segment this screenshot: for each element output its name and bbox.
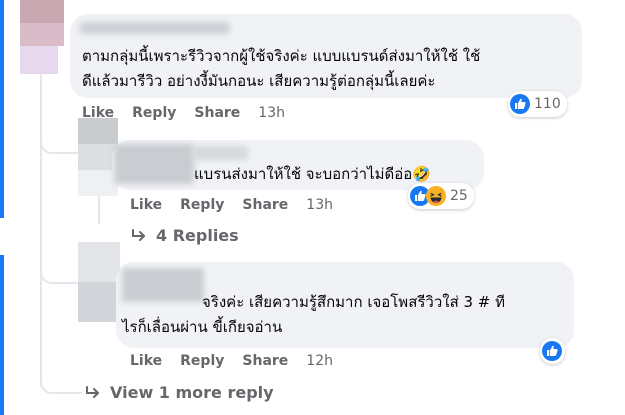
view-more-replies-label[interactable]: View 1 more reply — [110, 383, 274, 402]
reply-bubble: จริงค่ะ เสียความรู้สึกมาก เจอโพสรีวิวใส่… — [116, 262, 574, 348]
like-icon — [542, 341, 562, 361]
reply-button[interactable]: Reply — [132, 105, 176, 121]
view-more-replies-link[interactable]: View 1 more reply — [84, 383, 274, 402]
reply-button[interactable]: Reply — [180, 197, 224, 213]
timestamp[interactable]: 13h — [258, 105, 285, 121]
share-button[interactable]: Share — [242, 197, 288, 213]
author-name-blurred[interactable] — [80, 22, 230, 34]
avatar[interactable] — [78, 242, 120, 322]
thread-connector-view-more — [40, 372, 82, 394]
comment-bubble: ตามกลุ่มนี้เพราะรีวิวจากผู้ใช้จริงค่ะ แบ… — [70, 14, 582, 98]
comment-text-line-1: ตามกลุ่มนี้เพราะรีวิวจากผู้ใช้จริงค่ะ แบ… — [82, 47, 481, 65]
author-name-blurred[interactable] — [122, 268, 204, 302]
avatar[interactable] — [20, 0, 64, 46]
reply-actions: Like Reply Share 13h — [130, 197, 333, 213]
reply-text: แบรนส่งมาให้ใช้ จะบอกว่าไม่ดีอ่อ🤣 — [194, 165, 431, 183]
reaction-summary[interactable] — [540, 338, 565, 364]
comment-text-line-2: ดีแล้วมารีวิว อย่างงี้มันกอนะ เสียความรู… — [82, 72, 436, 90]
thread-connector-reply-1 — [40, 136, 78, 154]
reaction-count: 110 — [534, 96, 561, 112]
thread-connector-reply-2 — [40, 264, 78, 284]
reply-button[interactable]: Reply — [180, 353, 224, 369]
thread-line-main — [40, 60, 42, 386]
reaction-summary[interactable]: 25 — [408, 183, 474, 209]
reply-arrow-icon — [86, 385, 99, 398]
reply-text-line-2: ไรก็เลื่อนผ่าน ขี้เกียจอ่าน — [122, 318, 283, 336]
reply-text-line-1: จริงค่ะ เสียความรู้สึกมาก เจอโพสรีวิวใส่… — [202, 293, 506, 311]
reply-arrow-icon — [132, 228, 145, 241]
author-name-blurred[interactable] — [114, 144, 194, 184]
view-replies-link[interactable]: 4 Replies — [130, 226, 239, 245]
share-button[interactable]: Share — [194, 105, 240, 121]
selection-strip-bottom — [0, 255, 4, 415]
like-button[interactable]: Like — [130, 353, 162, 369]
reaction-summary[interactable]: 110 — [508, 91, 567, 117]
timestamp[interactable]: 12h — [306, 353, 333, 369]
author-name-blurred-2 — [192, 146, 248, 160]
share-button[interactable]: Share — [242, 353, 288, 369]
view-replies-label[interactable]: 4 Replies — [156, 226, 239, 245]
like-button[interactable]: Like — [130, 197, 162, 213]
selection-strip-top — [0, 0, 4, 218]
reaction-count: 25 — [450, 188, 468, 204]
reply-actions: Like Reply Share 12h — [130, 353, 333, 369]
laugh-icon — [426, 186, 446, 206]
like-icon — [510, 94, 530, 114]
timestamp[interactable]: 13h — [306, 197, 333, 213]
avatar-shadow — [20, 46, 58, 74]
